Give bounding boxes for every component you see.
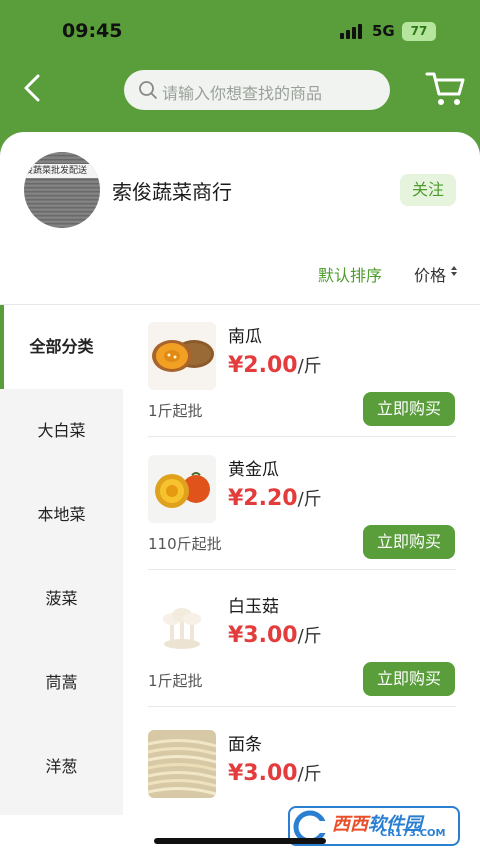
price-value: ¥3.00 bbox=[228, 623, 298, 648]
battery-icon: 77 bbox=[402, 22, 436, 41]
price-unit: /斤 bbox=[297, 356, 322, 377]
sort-default-option[interactable]: 默认排序 bbox=[318, 262, 382, 286]
category-item-all[interactable]: 全部分类 bbox=[0, 305, 123, 389]
category-item-crown-daisy[interactable]: 茼蒿 bbox=[0, 641, 123, 725]
price-value: ¥3.00 bbox=[228, 761, 298, 786]
buy-now-button[interactable]: 立即购买 bbox=[363, 392, 455, 426]
category-item-spinach[interactable]: 菠菜 bbox=[0, 557, 123, 641]
min-order-quantity: 110斤起批 bbox=[148, 535, 222, 553]
search-icon bbox=[139, 81, 157, 99]
product-image-noodles bbox=[148, 730, 216, 798]
buy-now-button[interactable]: 立即购买 bbox=[363, 525, 455, 559]
back-button[interactable] bbox=[20, 70, 50, 106]
cart-icon bbox=[425, 72, 465, 105]
min-order-quantity: 1斤起批 bbox=[148, 672, 203, 690]
category-sidebar: 全部分类 大白菜 本地菜 菠菜 茼蒿 洋葱 bbox=[0, 305, 123, 815]
product-name: 南瓜 bbox=[228, 327, 262, 347]
product-image-golden-melon bbox=[148, 455, 216, 523]
product-price: ¥3.00/斤 bbox=[228, 622, 322, 648]
product-image-white-mushroom bbox=[148, 592, 216, 660]
shop-name: 索俊蔬菜商行 bbox=[112, 180, 232, 204]
search-input[interactable]: 请输入你想查找的商品 bbox=[124, 70, 390, 110]
price-unit: /斤 bbox=[297, 626, 322, 647]
sort-arrows-icon bbox=[451, 266, 457, 276]
sort-price-option[interactable]: 价格 bbox=[414, 262, 446, 286]
cart-button[interactable] bbox=[424, 68, 466, 108]
category-item-local-vegetables[interactable]: 本地菜 bbox=[0, 473, 123, 557]
price-unit: /斤 bbox=[297, 764, 322, 785]
price-unit: /斤 bbox=[297, 489, 322, 510]
product-image-pumpkin bbox=[148, 322, 216, 390]
category-item-chinese-cabbage[interactable]: 大白菜 bbox=[0, 389, 123, 473]
category-item-onion[interactable]: 洋葱 bbox=[0, 725, 123, 809]
status-bar: 09:45 5G 77 bbox=[0, 0, 480, 62]
buy-now-button[interactable]: 立即购买 bbox=[363, 662, 455, 696]
signal-icon bbox=[340, 23, 362, 39]
divider bbox=[148, 436, 456, 437]
follow-button[interactable]: 关注 bbox=[400, 174, 456, 206]
product-price: ¥3.00/斤 bbox=[228, 760, 322, 786]
price-value: ¥2.00 bbox=[228, 353, 298, 378]
product-price: ¥2.00/斤 bbox=[228, 352, 322, 378]
product-name: 面条 bbox=[228, 735, 262, 755]
search-placeholder: 请输入你想查找的商品 bbox=[162, 84, 323, 103]
product-name: 黄金瓜 bbox=[228, 460, 279, 480]
home-indicator bbox=[154, 838, 326, 844]
divider bbox=[148, 706, 456, 707]
product-name: 白玉菇 bbox=[228, 597, 279, 617]
network-label: 5G bbox=[372, 22, 395, 40]
avatar[interactable]: 俊蔬菜批发配送 bbox=[24, 152, 100, 228]
chevron-left-icon bbox=[24, 74, 40, 102]
battery-level: 77 bbox=[410, 24, 428, 38]
watermark-sub: CR173.COM bbox=[380, 828, 446, 839]
price-value: ¥2.20 bbox=[228, 486, 298, 511]
divider bbox=[148, 569, 456, 570]
watermark-logo-text: 西西 bbox=[332, 814, 368, 835]
status-time: 09:45 bbox=[62, 20, 123, 42]
product-price: ¥2.20/斤 bbox=[228, 485, 322, 511]
avatar-banner: 俊蔬菜批发配送 bbox=[24, 164, 100, 178]
min-order-quantity: 1斤起批 bbox=[148, 402, 203, 420]
